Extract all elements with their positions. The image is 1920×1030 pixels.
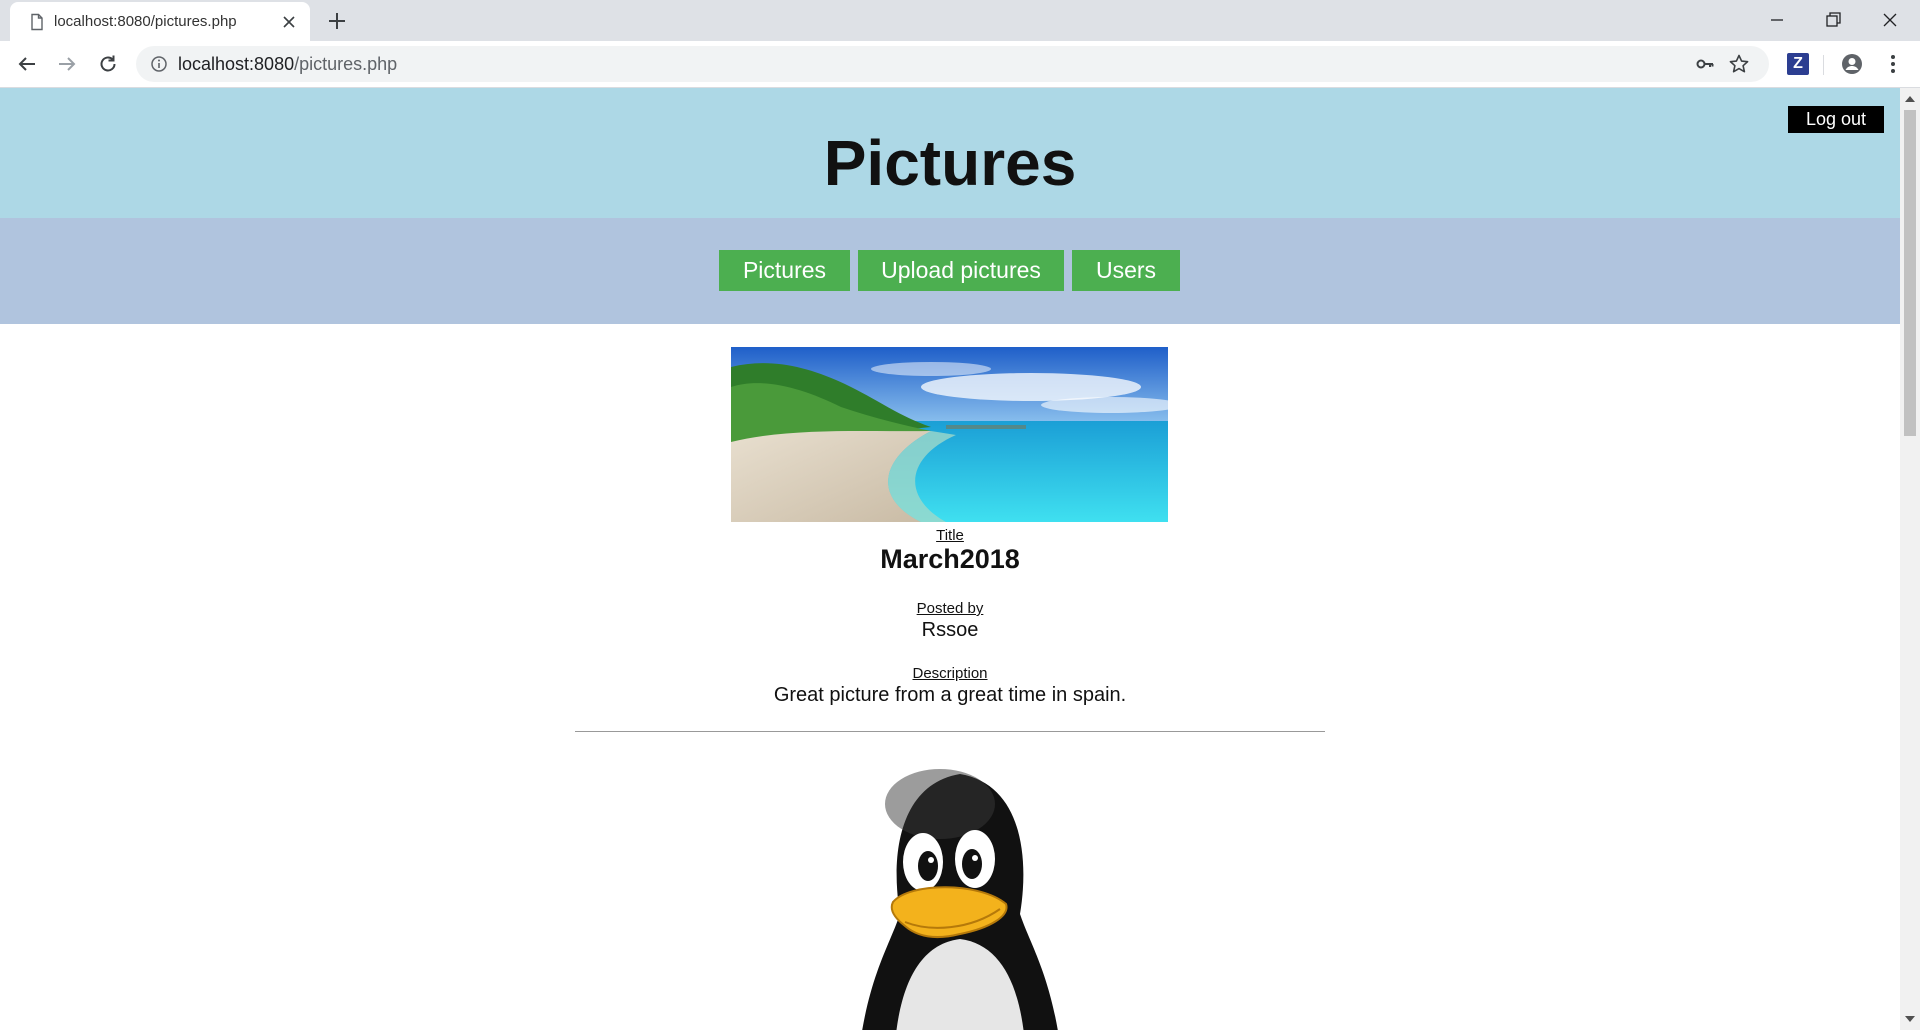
site-nav: Pictures Upload pictures Users	[0, 218, 1900, 324]
toolbar-separator	[1823, 55, 1824, 75]
key-icon[interactable]	[1694, 53, 1716, 75]
restore-icon[interactable]	[1821, 8, 1845, 32]
minimize-icon[interactable]	[1765, 8, 1789, 32]
post-image-beach	[731, 347, 1168, 522]
extension-z-icon[interactable]: Z	[1787, 53, 1809, 75]
page-icon	[31, 13, 43, 31]
new-tab-icon[interactable]	[326, 10, 348, 32]
forward-arrow-icon[interactable]	[55, 52, 79, 76]
post-image-penguin	[780, 744, 1140, 1030]
back-arrow-icon[interactable]	[15, 52, 39, 76]
menu-kebab-icon[interactable]	[1881, 52, 1905, 76]
post-author: Rssoe	[921, 619, 979, 641]
scroll-down-arrow-icon[interactable]	[1905, 1016, 1915, 1022]
browser-tabstrip: localhost:8080/pictures.php	[0, 0, 1920, 41]
url-path: /pictures.php	[294, 54, 398, 74]
url-text[interactable]: localhost:8080/pictures.php	[178, 54, 397, 75]
info-icon[interactable]	[150, 55, 168, 73]
post-description-label: Description	[912, 665, 988, 682]
logout-button[interactable]: Log out	[1788, 106, 1884, 133]
beach-photo	[731, 347, 1168, 522]
nav-upload-pictures-button[interactable]: Upload pictures	[858, 250, 1064, 291]
profile-avatar-icon[interactable]	[1840, 52, 1864, 76]
url-host: localhost:8080	[178, 54, 295, 74]
page-viewport: Pictures Log out Pictures Upload picture…	[0, 88, 1900, 1030]
browser-toolbar: localhost:8080/pictures.php Z	[0, 41, 1920, 88]
scroll-up-arrow-icon[interactable]	[1905, 96, 1915, 102]
post-divider	[575, 731, 1325, 732]
browser-tab[interactable]: localhost:8080/pictures.php	[10, 2, 310, 41]
close-window-icon[interactable]	[1878, 8, 1902, 32]
tab-title: localhost:8080/pictures.php	[54, 13, 237, 30]
site-header: Pictures Log out	[0, 88, 1900, 218]
page-title: Pictures	[823, 127, 1077, 199]
post-posted-by-label: Posted by	[916, 600, 984, 617]
close-tab-icon[interactable]	[280, 13, 298, 31]
nav-pictures-button[interactable]: Pictures	[719, 250, 850, 291]
bookmark-star-icon[interactable]	[1728, 53, 1750, 75]
nav-users-button[interactable]: Users	[1072, 250, 1180, 291]
scroll-thumb[interactable]	[1904, 110, 1916, 436]
address-bar[interactable]: localhost:8080/pictures.php	[136, 46, 1769, 82]
post-description: Great picture from a great time in spain…	[773, 684, 1127, 706]
penguin-photo	[862, 769, 1058, 1030]
post-title-label: Title	[936, 527, 964, 544]
post-title: March2018	[880, 544, 1020, 574]
reload-icon[interactable]	[96, 52, 120, 76]
page-scrollbar[interactable]	[1900, 88, 1920, 1030]
